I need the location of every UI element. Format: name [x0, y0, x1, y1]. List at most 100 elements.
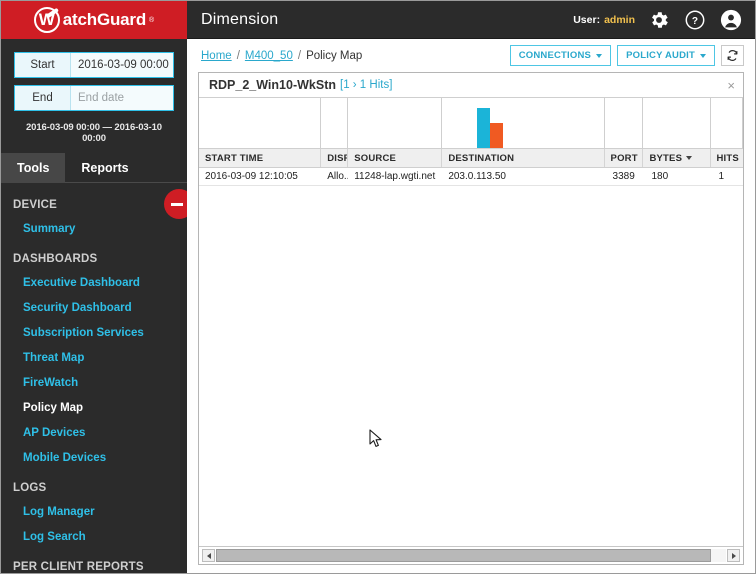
- sidebar-navigation: DEVICE Summary DASHBOARDS Executive Dashboa…: [1, 184, 187, 573]
- connections-grid: START TIME DISPO SOURCE DESTINATION PORT BYTE…: [199, 97, 743, 546]
- scrollbar-thumb[interactable]: [216, 549, 711, 562]
- column-header-label: DISPO: [327, 152, 347, 164]
- breadcrumb-home[interactable]: Home: [201, 50, 232, 62]
- collapse-sidebar-button[interactable]: [164, 189, 187, 219]
- policy-detail-panel: RDP_2_Win10-WkStn [1 › 1 Hits] × START T…: [198, 72, 744, 565]
- cell-source: 11248-lap.wgti.net: [354, 171, 436, 182]
- panel-area: RDP_2_Win10-WkStn [1 › 1 Hits] × START T…: [187, 72, 755, 573]
- column-header-source[interactable]: SOURCE: [348, 149, 443, 167]
- sidebar-item-mobile-devices[interactable]: Mobile Devices: [1, 446, 187, 471]
- gear-icon[interactable]: [647, 8, 671, 32]
- refresh-button[interactable]: [721, 45, 744, 66]
- sidebar-item-subscription-services[interactable]: Subscription Services: [1, 321, 187, 346]
- chart-column-cell: [321, 98, 349, 148]
- cell-disposition: Allo...: [327, 171, 348, 182]
- bar-series: [476, 98, 503, 148]
- breadcrumb: Home / M400_50 / Policy Map CONNECTIONS …: [187, 39, 755, 72]
- connections-label: CONNECTIONS: [518, 50, 592, 61]
- sidebar-item-log-manager[interactable]: Log Manager: [1, 500, 187, 525]
- main-content: Dimension User: admin ? Home / M400_50 /…: [187, 1, 755, 573]
- column-header-hits[interactable]: HITS: [711, 149, 743, 167]
- sidebar-item-executive-dashboard[interactable]: Executive Dashboard: [1, 271, 187, 296]
- user-label: User:: [573, 13, 601, 26]
- tab-tools[interactable]: Tools: [1, 153, 66, 183]
- end-date-row[interactable]: End End date: [14, 85, 174, 111]
- table-row[interactable]: 2016-03-09 12:10:05 Allo... 11248-lap.wgti…: [199, 168, 743, 186]
- tab-reports[interactable]: Reports: [65, 153, 144, 183]
- column-header-label: BYTES: [649, 152, 683, 164]
- policy-audit-button[interactable]: POLICY AUDIT: [617, 45, 715, 66]
- breadcrumb-device[interactable]: M400_50: [245, 50, 293, 62]
- column-header-bytes[interactable]: BYTES: [643, 149, 711, 167]
- top-bar: Dimension User: admin ?: [187, 1, 755, 39]
- breadcrumb-separator-2: /: [297, 49, 302, 62]
- nav-group-title: DASHBOARDS: [13, 253, 98, 265]
- table-body: 2016-03-09 12:10:05 Allo... 11248-lap.wgti…: [199, 168, 743, 546]
- close-icon[interactable]: ×: [727, 79, 735, 92]
- cell-port: 3389: [612, 171, 635, 182]
- scroll-left-button[interactable]: [202, 549, 215, 562]
- panel-title: RDP_2_Win10-WkStn: [209, 78, 336, 92]
- page-actions: CONNECTIONS POLICY AUDIT: [509, 45, 744, 66]
- chart-column-cell: [605, 98, 644, 148]
- bar-received[interactable]: [489, 123, 503, 148]
- help-icon[interactable]: ?: [683, 8, 707, 32]
- sidebar-item-log-search[interactable]: Log Search: [1, 525, 187, 550]
- sidebar-item-threat-map[interactable]: Threat Map: [1, 346, 187, 371]
- arrow-right-icon: [731, 552, 736, 559]
- cell-start-time: 2016-03-09 12:10:05: [205, 171, 298, 182]
- top-bar-actions: User: admin ?: [573, 8, 743, 32]
- column-header-label: PORT: [610, 152, 638, 164]
- cell-bytes: 180: [651, 171, 669, 182]
- sort-descending-icon: [686, 156, 693, 160]
- policy-audit-label: POLICY AUDIT: [626, 50, 695, 61]
- app-title: Dimension: [201, 10, 279, 28]
- column-header-label: START TIME: [205, 152, 264, 164]
- end-date-label: End: [15, 86, 71, 110]
- start-date-input[interactable]: 2016-03-09 00:00: [71, 53, 173, 77]
- application-window: W atchGuard ® Start 2016-03-09 00:00 End…: [0, 0, 756, 574]
- svg-text:?: ?: [692, 16, 698, 27]
- sidebar-item-security-dashboard[interactable]: Security Dashboard: [1, 296, 187, 321]
- chart-column-cell: [199, 98, 322, 148]
- chart-column-cell: [711, 98, 743, 148]
- sidebar-item-ap-devices[interactable]: AP Devices: [1, 421, 187, 446]
- brand-bar: W atchGuard ®: [1, 1, 187, 39]
- date-range-summary: 2016-03-09 00:00 — 2016-03-10 00:00: [25, 122, 162, 144]
- scroll-right-button[interactable]: [727, 549, 740, 562]
- sidebar-item-policy-map[interactable]: Policy Map: [1, 396, 187, 421]
- date-filter: Start 2016-03-09 00:00 End End date 2016…: [1, 39, 187, 144]
- chevron-down-icon: [700, 53, 706, 58]
- column-header-start-time[interactable]: START TIME: [199, 149, 322, 167]
- watchguard-mark-icon: W: [33, 7, 60, 33]
- nav-group-title: PER CLIENT REPORTS: [13, 561, 144, 573]
- breadcrumb-current: Policy Map: [306, 49, 363, 62]
- brand-trademark: ®: [149, 16, 155, 24]
- panel-header: RDP_2_Win10-WkStn [1 › 1 Hits] ×: [199, 73, 743, 97]
- column-header-destination[interactable]: DESTINATION: [442, 149, 605, 167]
- column-header-dispo[interactable]: DISPO: [321, 149, 349, 167]
- scrollbar-track[interactable]: [216, 549, 726, 562]
- column-header-label: DESTINATION: [448, 152, 515, 164]
- table-header-row: START TIME DISPO SOURCE DESTINATION PORT BYTE…: [199, 149, 743, 168]
- column-header-label: HITS: [716, 152, 739, 164]
- cell-hits: 1: [718, 171, 725, 182]
- sidebar-item-summary[interactable]: Summary: [1, 217, 187, 242]
- column-header-label: SOURCE: [354, 152, 397, 164]
- sidebar-item-firewatch[interactable]: FireWatch: [1, 371, 187, 396]
- bar-chart-strip: [199, 97, 743, 149]
- column-header-port[interactable]: PORT: [605, 149, 644, 167]
- end-date-input[interactable]: End date: [71, 86, 173, 110]
- connections-button[interactable]: CONNECTIONS: [509, 45, 612, 66]
- chart-column-cell: [442, 98, 605, 148]
- start-date-row[interactable]: Start 2016-03-09 00:00: [14, 52, 174, 78]
- user-name: admin: [604, 13, 635, 26]
- bar-sent[interactable]: [476, 108, 490, 148]
- horizontal-scrollbar[interactable]: [199, 546, 743, 564]
- brand-name: atchGuard: [62, 10, 147, 29]
- avatar[interactable]: [719, 8, 743, 32]
- cell-destination: 203.0.113.50: [448, 171, 506, 182]
- watchguard-logo[interactable]: W atchGuard ®: [33, 7, 155, 33]
